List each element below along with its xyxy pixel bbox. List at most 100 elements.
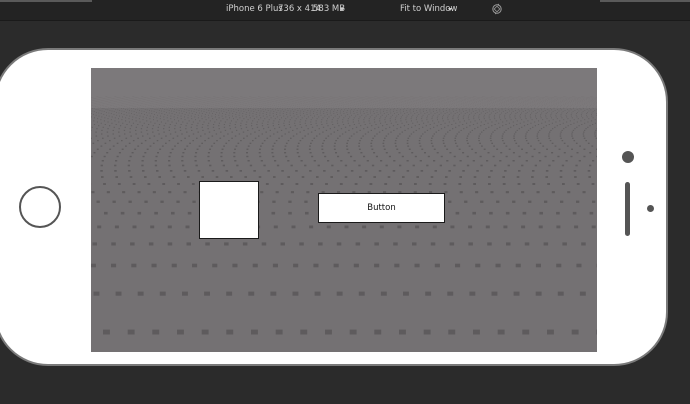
baseplate-stud	[552, 111, 554, 112]
device-selector[interactable]: iPhone 6 Plus	[226, 4, 283, 14]
baseplate-stud	[269, 108, 271, 109]
baseplate-stud	[429, 128, 432, 130]
baseplate-stud	[234, 135, 237, 137]
baseplate-stud	[456, 112, 458, 113]
baseplate-stud	[111, 116, 113, 118]
baseplate-stud	[379, 110, 381, 112]
baseplate-stud	[340, 110, 341, 112]
baseplate-stud	[191, 108, 193, 109]
baseplate-stud	[299, 121, 301, 123]
baseplate-stud	[265, 131, 267, 133]
baseplate-stud	[589, 125, 591, 127]
baseplate-stud	[589, 152, 592, 154]
baseplate-stud	[536, 112, 538, 113]
home-button[interactable]	[19, 186, 61, 228]
baseplate-stud	[385, 135, 388, 137]
baseplate-stud	[273, 142, 276, 144]
baseplate-stud	[350, 135, 353, 137]
baseplate-stud	[536, 118, 537, 120]
baseplate-stud	[360, 112, 361, 114]
baseplate-stud	[123, 111, 125, 112]
baseplate-stud	[412, 114, 414, 116]
baseplate-stud	[292, 113, 294, 114]
baseplate-stud	[93, 152, 96, 154]
baseplate-stud	[442, 109, 444, 111]
baseplate-stud	[499, 160, 502, 162]
baseplate-stud	[333, 113, 335, 114]
baseplate-stud	[137, 109, 138, 111]
baseplate-stud	[192, 121, 194, 123]
baseplate-stud	[482, 111, 484, 112]
baseplate-stud	[258, 119, 260, 121]
baseplate-stud	[170, 108, 171, 109]
baseplate-stud	[166, 117, 168, 119]
baseplate-stud	[537, 124, 540, 125]
baseplate-stud	[157, 152, 159, 154]
baseplate-stud	[494, 164, 497, 167]
baseplate-stud	[570, 124, 572, 125]
baseplate-stud	[390, 116, 392, 118]
baseplate-stud	[563, 142, 566, 144]
baseplate-stud	[322, 126, 325, 128]
baseplate-stud	[260, 160, 263, 162]
baseplate-stud	[350, 170, 354, 172]
baseplate-stud	[416, 108, 418, 109]
baseplate-stud	[251, 128, 254, 130]
baseplate-stud	[447, 291, 454, 296]
baseplate-stud	[466, 135, 469, 137]
baseplate-stud	[283, 111, 285, 112]
baseplate-stud	[447, 115, 449, 117]
baseplate-stud	[440, 155, 443, 158]
baseplate-stud	[182, 164, 185, 167]
baseplate-stud	[182, 152, 185, 154]
baseplate-stud	[263, 140, 266, 142]
baseplate-stud	[459, 160, 462, 162]
baseplate-stud	[225, 114, 227, 115]
baseplate-stud	[244, 176, 247, 178]
baseplate-stud	[171, 121, 173, 123]
baseplate-stud	[528, 110, 530, 112]
baseplate-stud	[511, 112, 512, 114]
baseplate-stud	[385, 152, 388, 154]
baseplate-stud	[373, 152, 376, 154]
baseplate-stud	[211, 135, 214, 137]
baseplate-stud	[221, 108, 222, 109]
baseplate-stud	[338, 116, 340, 118]
baseplate-stud	[517, 109, 519, 110]
baseplate-stud	[163, 111, 165, 112]
baseplate-stud	[394, 113, 395, 114]
baseplate-stud	[528, 200, 532, 203]
baseplate-stud	[201, 176, 204, 178]
baseplate-stud	[146, 148, 149, 150]
horizon-haze	[91, 68, 597, 108]
baseplate-stud	[588, 176, 591, 178]
baseplate-stud	[527, 129, 530, 131]
baseplate-stud	[406, 112, 408, 113]
baseplate-stud	[363, 113, 365, 114]
baseplate-stud	[596, 329, 597, 335]
baseplate-stud	[287, 160, 290, 162]
baseplate-stud	[353, 263, 359, 268]
baseplate-stud	[416, 112, 418, 113]
baseplate-stud	[222, 113, 223, 114]
baseplate-stud	[529, 115, 531, 117]
baseplate-stud	[332, 117, 334, 119]
baseplate-stud	[292, 291, 299, 296]
baseplate-stud	[499, 114, 501, 115]
baseplate-stud	[128, 160, 131, 162]
baseplate-stud	[167, 242, 173, 246]
baseplate-stud	[253, 111, 255, 112]
baseplate-stud	[532, 126, 534, 128]
chevron-down-icon[interactable]	[340, 8, 344, 11]
text-button[interactable]: Button	[318, 193, 445, 223]
baseplate-stud	[352, 121, 354, 123]
chevron-down-icon[interactable]	[448, 8, 452, 11]
baseplate-stud	[337, 155, 340, 158]
baseplate-stud	[367, 131, 369, 133]
rotate-icon[interactable]	[491, 3, 503, 15]
baseplate-stud	[306, 118, 308, 120]
baseplate-stud	[246, 135, 248, 137]
baseplate-stud	[322, 152, 325, 154]
baseplate-stud	[197, 114, 199, 116]
baseplate-stud	[432, 120, 434, 122]
